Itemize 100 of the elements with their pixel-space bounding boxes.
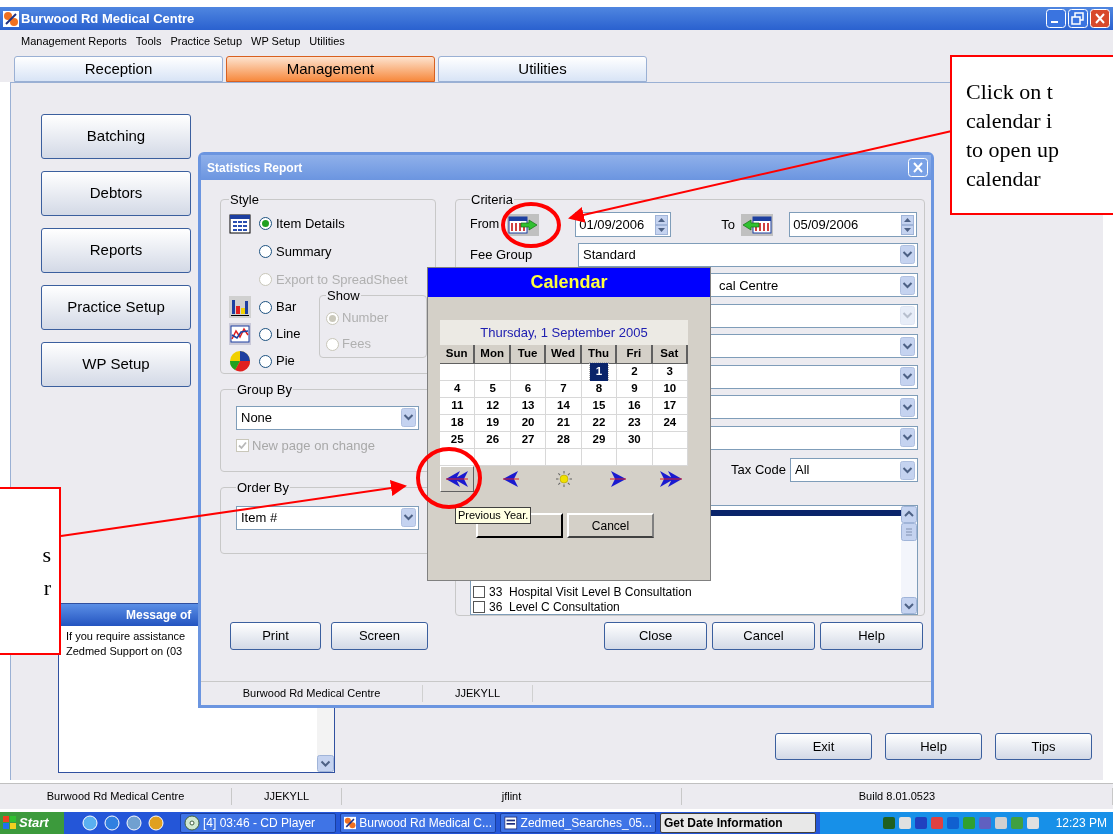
day-cell[interactable]: 23 <box>617 415 653 432</box>
dropdown[interactable]: None <box>236 405 419 430</box>
day-cell[interactable]: 5 <box>475 381 511 398</box>
nav-button[interactable]: Debtors <box>41 171 191 216</box>
tray-icon[interactable] <box>913 816 928 830</box>
start-button[interactable]: Start <box>0 812 64 834</box>
day-cell[interactable]: 30 <box>617 432 653 449</box>
spinner-icon[interactable] <box>901 214 915 235</box>
day-cell[interactable]: 22 <box>581 415 618 432</box>
close-icon[interactable] <box>1090 9 1110 28</box>
tray-icon[interactable] <box>993 816 1008 830</box>
dialog-button[interactable]: Help <box>820 622 923 650</box>
day-cell[interactable]: 3 <box>652 364 688 381</box>
tab[interactable]: Utilities <box>438 56 647 82</box>
nav-button[interactable]: Reports <box>41 228 191 273</box>
day-cell[interactable]: 4 <box>440 381 476 398</box>
day-cell[interactable]: 11 <box>440 398 476 415</box>
day-cell[interactable]: 17 <box>652 398 688 415</box>
dropdown[interactable]: Item # <box>236 505 419 530</box>
dialog-button[interactable]: Cancel <box>712 622 815 650</box>
checkbox[interactable] <box>473 585 485 598</box>
nav-button[interactable]: Practice Setup <box>41 285 191 330</box>
tab[interactable]: Reception <box>14 56 223 82</box>
action-button[interactable]: Exit <box>775 733 872 760</box>
menu-item[interactable]: Practice Setup <box>170 32 242 50</box>
day-cell[interactable]: 8 <box>581 381 618 398</box>
taskbar-button[interactable]: Get Date Information <box>660 813 816 833</box>
dropdown[interactable]: All <box>790 458 918 482</box>
quick-launch-icon[interactable] <box>82 815 98 831</box>
day-cell[interactable]: 28 <box>546 432 582 449</box>
radio-button[interactable] <box>259 354 272 368</box>
day-cell[interactable]: 21 <box>546 415 582 432</box>
day-cell[interactable]: 29 <box>581 432 618 449</box>
minimize-icon[interactable] <box>1046 9 1066 28</box>
quick-launch-icon[interactable] <box>126 815 142 831</box>
day-cell[interactable]: 9 <box>617 381 653 398</box>
day-cell[interactable]: 13 <box>510 398 547 415</box>
scroll-down-icon[interactable] <box>317 755 334 772</box>
chevron-down-icon <box>900 367 915 387</box>
taskbar-button[interactable]: Zedmed_Searches_05... <box>500 813 656 833</box>
day-cell[interactable]: 25 <box>440 432 476 449</box>
tab[interactable]: Management <box>226 56 435 82</box>
weekday-header: Fri <box>617 345 653 364</box>
dialog-button[interactable]: Close <box>604 622 707 650</box>
tray-icon[interactable] <box>881 816 896 830</box>
calendar-button[interactable]: Cancel <box>567 513 654 538</box>
dialog-button[interactable]: Screen <box>331 622 428 650</box>
day-cell[interactable]: 16 <box>617 398 653 415</box>
day-cell[interactable]: 19 <box>475 415 511 432</box>
day-cell[interactable]: 15 <box>581 398 618 415</box>
radio-button[interactable] <box>259 327 272 341</box>
tray-icon[interactable] <box>1025 816 1040 830</box>
message-text: Zedmed Support on (03 <box>66 644 183 659</box>
menu-item[interactable]: WP Setup <box>251 32 301 50</box>
restore-icon[interactable] <box>1068 9 1088 28</box>
nav-button[interactable]: WP Setup <box>41 342 191 387</box>
day-cell[interactable]: 26 <box>475 432 511 449</box>
day-cell[interactable]: 24 <box>652 415 688 432</box>
callout-text: calendar <box>966 165 1041 193</box>
action-button[interactable]: Tips <box>995 733 1092 760</box>
day-cell[interactable]: 27 <box>510 432 547 449</box>
radio-label: Summary <box>276 242 332 261</box>
day-cell[interactable]: 12 <box>475 398 511 415</box>
menu-item[interactable]: Management Reports <box>21 32 127 50</box>
scroll-up-icon[interactable] <box>901 506 917 523</box>
menu-item[interactable]: Tools <box>135 32 162 50</box>
scroll-thumb-icon[interactable] <box>901 523 917 541</box>
dropdown[interactable]: Standard <box>578 242 918 267</box>
day-cell[interactable]: 18 <box>440 415 476 432</box>
date-field[interactable]: 01/09/2006 <box>575 212 672 237</box>
day-cell[interactable]: 20 <box>510 415 547 432</box>
table-icon <box>229 213 251 234</box>
day-cell[interactable]: 1 <box>581 364 618 381</box>
day-cell[interactable]: 10 <box>652 381 688 398</box>
checkbox[interactable] <box>473 600 485 613</box>
radio-button[interactable] <box>259 245 272 258</box>
radio-button[interactable] <box>259 217 272 230</box>
date-field[interactable]: 05/09/2006 <box>789 212 918 237</box>
group-title: Order By <box>236 479 290 497</box>
day-cell[interactable]: 2 <box>617 364 653 381</box>
taskbar-button[interactable]: [4] 03:46 - CD Player <box>180 813 336 833</box>
tray-icon[interactable] <box>897 816 912 830</box>
group-title: Show <box>326 287 361 305</box>
quick-launch-icon[interactable] <box>104 815 120 831</box>
close-icon[interactable] <box>908 158 928 177</box>
nav-button[interactable]: Batching <box>41 114 191 159</box>
day-cell[interactable]: 14 <box>546 398 582 415</box>
radio-button[interactable] <box>259 300 272 314</box>
left-arrow-icon <box>501 470 520 488</box>
calendar-nav-button[interactable] <box>440 466 474 492</box>
quick-launch-icon[interactable] <box>148 815 164 831</box>
day-cell[interactable]: 7 <box>546 381 582 398</box>
action-button[interactable]: Help <box>885 733 982 760</box>
scroll-down-icon[interactable] <box>901 597 917 614</box>
menu-item[interactable]: Utilities <box>309 32 345 50</box>
taskbar-button[interactable]: Burwood Rd Medical C... <box>340 813 496 833</box>
spinner-icon[interactable] <box>655 214 669 235</box>
chevron-down-icon <box>900 460 915 480</box>
day-cell[interactable]: 6 <box>510 381 547 398</box>
dialog-button[interactable]: Print <box>230 622 321 650</box>
